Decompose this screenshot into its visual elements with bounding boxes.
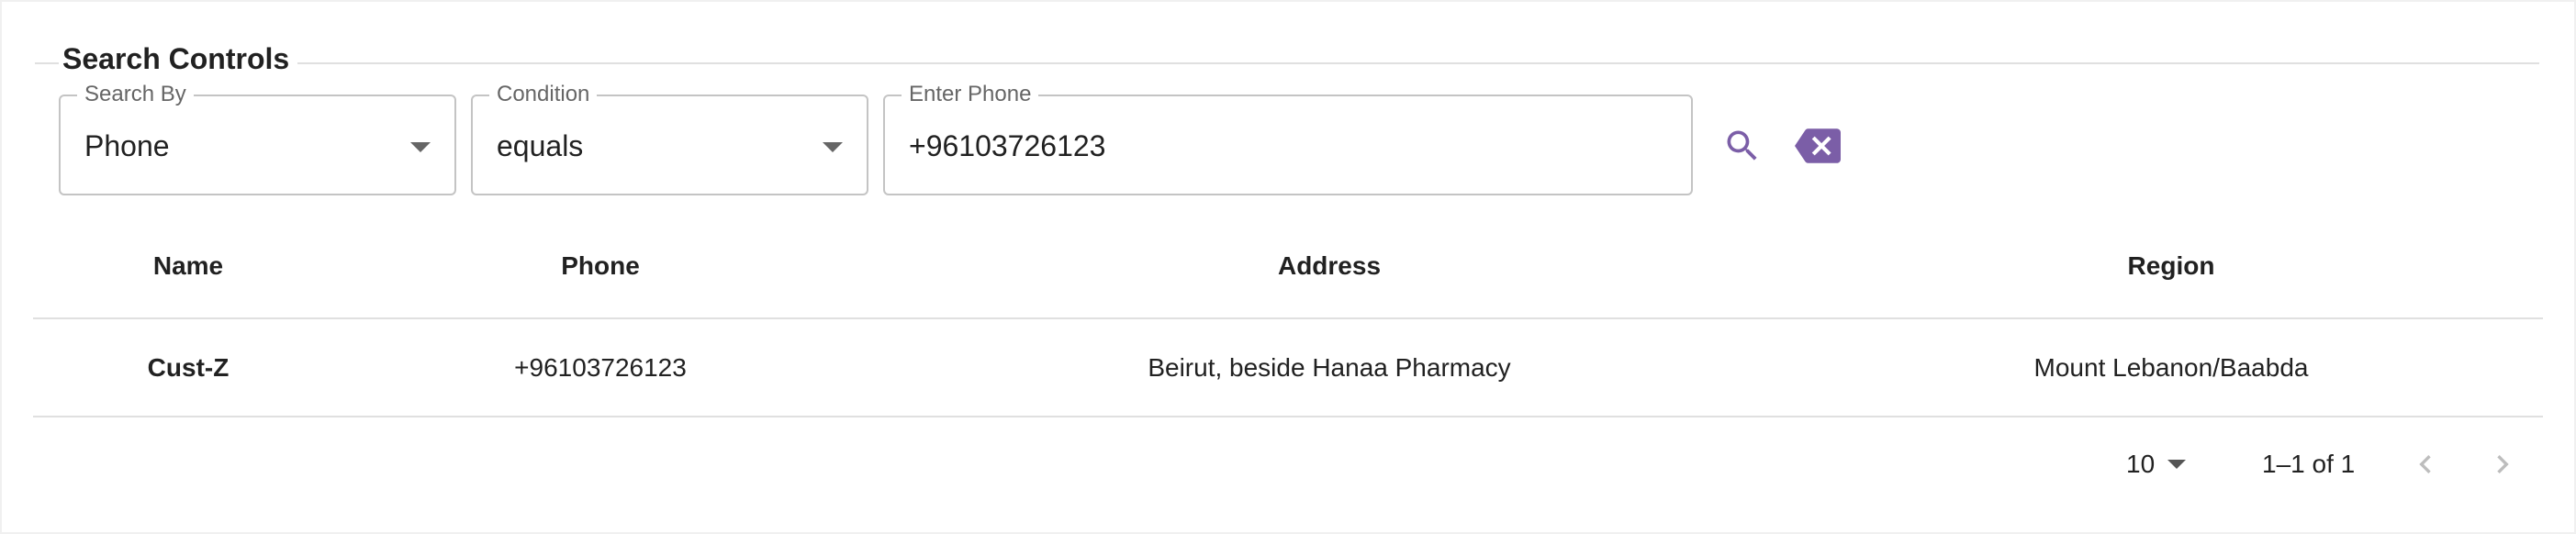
previous-page-button[interactable]: [2405, 444, 2446, 484]
cell-phone: +96103726123: [514, 353, 687, 382]
search-button[interactable]: [1719, 122, 1766, 170]
phone-input-label: Enter Phone: [902, 83, 1039, 106]
cell-address: Beirut, beside Hanaa Pharmacy: [1148, 353, 1511, 382]
phone-input[interactable]: Enter Phone +96103726123: [883, 83, 1693, 195]
search-icon: [1727, 130, 1757, 161]
clear-button[interactable]: [1794, 122, 1842, 170]
search-by-label: Search By: [77, 83, 194, 106]
table-row-divider: [33, 416, 2543, 417]
column-header-phone[interactable]: Phone: [561, 251, 640, 281]
table-header-divider: [33, 317, 2543, 319]
section-title: Search Controls: [62, 42, 290, 75]
rows-per-page-select[interactable]: 10: [2126, 450, 2187, 479]
column-header-name[interactable]: Name: [153, 251, 223, 281]
caret-down-icon: [410, 142, 431, 152]
search-panel: Search Controls Search By Phone Conditio…: [0, 0, 2576, 534]
condition-value: equals: [497, 129, 584, 162]
rows-per-page-value: 10: [2126, 450, 2156, 478]
next-page-button[interactable]: [2482, 444, 2523, 484]
caret-down-icon: [2167, 460, 2187, 469]
section-divider-right: [297, 62, 2539, 64]
cell-region: Mount Lebanon/Baabda: [2033, 353, 2309, 382]
condition-select[interactable]: Condition equals: [471, 83, 868, 195]
phone-input-value: +96103726123: [909, 129, 1106, 162]
cell-name: Cust-Z: [147, 353, 230, 382]
backspace-clear-icon: [1795, 128, 1841, 163]
column-header-address[interactable]: Address: [1278, 251, 1381, 281]
chevron-left-icon: [2419, 455, 2431, 473]
search-by-select[interactable]: Search By Phone: [59, 83, 456, 195]
condition-label: Condition: [489, 83, 598, 106]
chevron-right-icon: [2497, 455, 2509, 473]
section-divider-left: [35, 62, 59, 64]
search-by-value: Phone: [84, 129, 170, 162]
caret-down-icon: [823, 142, 843, 152]
pagination-range: 1–1 of 1: [2262, 450, 2356, 478]
column-header-region[interactable]: Region: [2128, 251, 2215, 281]
